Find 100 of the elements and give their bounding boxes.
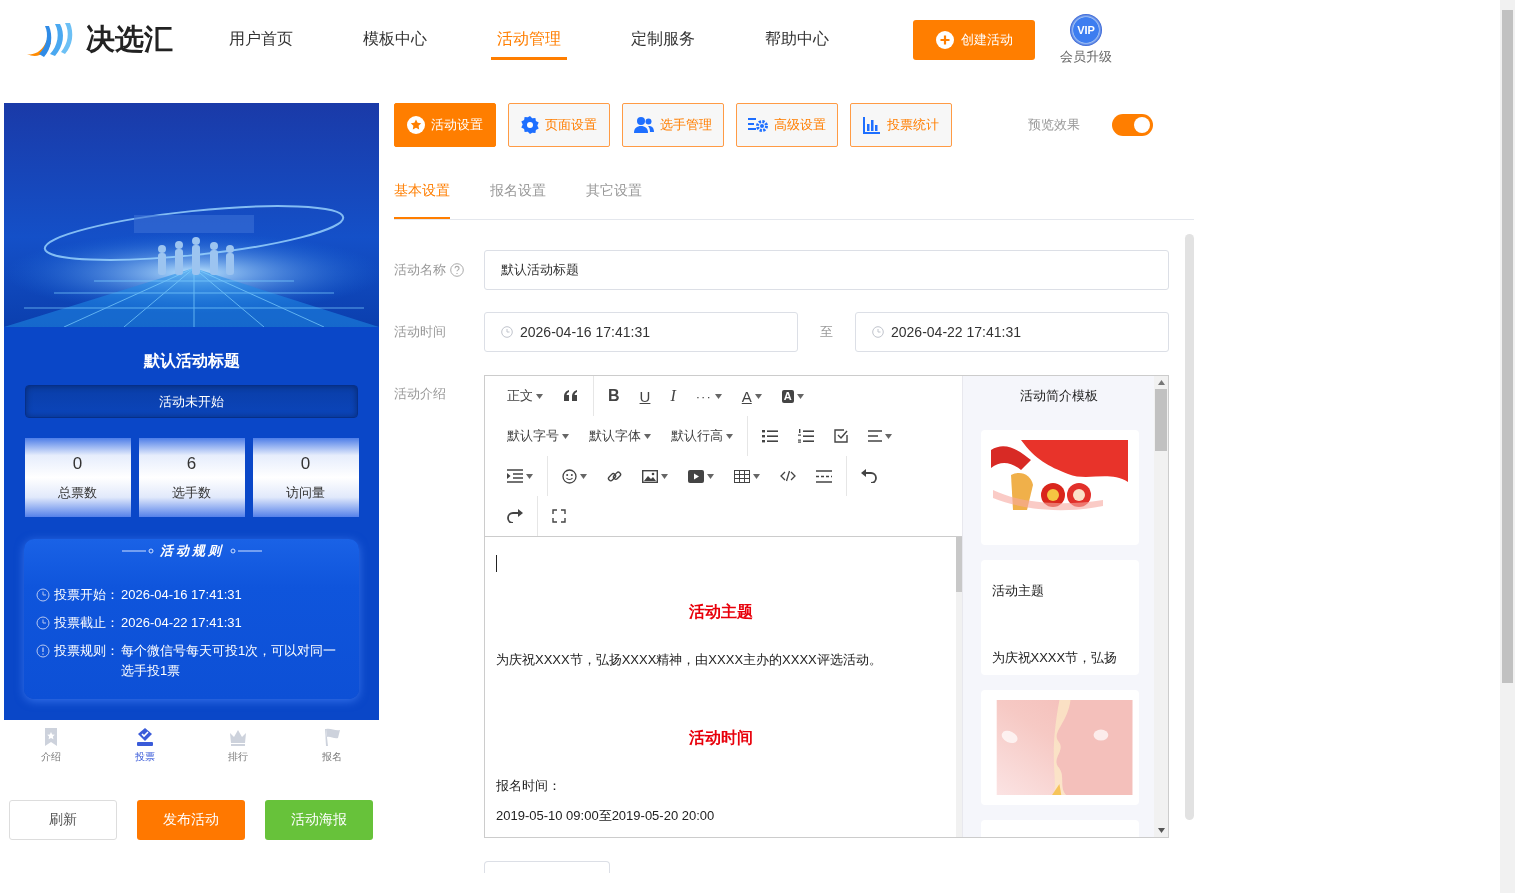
date-field[interactable]: 2026-04-16 17:41:31 <box>484 312 798 352</box>
background-color-button[interactable]: A <box>771 381 814 411</box>
code-icon <box>780 470 796 482</box>
fullscreen-icon <box>552 509 566 523</box>
vip-label[interactable]: 会员升级 <box>1060 48 1112 66</box>
template-card[interactable] <box>980 430 1139 545</box>
caret-icon <box>562 433 569 439</box>
font-color-button[interactable]: A <box>731 381 772 411</box>
stat-label: 总票数 <box>58 483 97 502</box>
scrollbar[interactable] <box>1154 376 1168 837</box>
paragraph: 为庆祝XXXX节，弘扬XXXX精神，由XXXX主办的XXXX评选活动。 <box>496 651 883 669</box>
rule-value: 每个微信号每天可投1次，可以对同一选手投1票 <box>121 642 338 680</box>
caret-icon <box>754 393 762 399</box>
editor-content[interactable]: 活动主题 为庆祝XXXX节，弘扬XXXX精神，由XXXX主办的XXXX评选活动。 活动时间 报名时间： 2019-05-10 09:00至2019-05-20 20:00 <box>485 537 956 837</box>
video-icon <box>688 469 704 483</box>
tabbar-item[interactable]: 报名 <box>285 720 379 770</box>
field-label: 活动介绍 <box>394 385 446 403</box>
flag-icon <box>322 726 343 747</box>
bullet-list-icon <box>762 429 778 443</box>
range-separator: 至 <box>819 323 834 341</box>
caret-icon <box>536 393 543 399</box>
italic-button[interactable]: I <box>660 381 686 411</box>
field-label: 活动时间 <box>394 323 446 341</box>
info-icon <box>36 644 50 658</box>
rule-value: 2026-04-16 17:41:31 <box>121 586 243 604</box>
field-label: 活动名称 <box>394 261 446 279</box>
nav-link[interactable]: 模板中心 <box>357 0 433 60</box>
horizontal-rule-icon <box>816 469 832 483</box>
rule-value: 2026-04-22 17:41:31 <box>121 614 243 632</box>
template-text: 为庆祝XXXX节，弘扬 <box>991 649 1119 667</box>
scrollbar-thumb[interactable] <box>1155 389 1167 451</box>
text-cursor <box>496 555 497 572</box>
caret-icon <box>644 433 651 439</box>
input-field[interactable] <box>484 861 610 873</box>
format-dropdown[interactable]: 默认字体 <box>579 421 661 451</box>
rule-label: 投票开始： <box>54 586 119 604</box>
users-icon <box>634 116 654 134</box>
sliders-gear-icon <box>748 116 768 134</box>
stat-label: 访问量 <box>286 483 325 502</box>
logo-icon <box>25 20 75 60</box>
quote-icon <box>563 389 579 403</box>
link-icon <box>607 468 622 484</box>
status-bar: 活动未开始 <box>25 385 358 418</box>
template-text: 活动主题 <box>991 582 1045 600</box>
align-icon <box>868 430 882 442</box>
toggle-label: 预览效果 <box>1028 116 1080 134</box>
date-field[interactable]: 2026-04-22 17:41:31 <box>855 312 1169 352</box>
caret-icon <box>726 433 733 439</box>
table-icon <box>734 469 750 483</box>
clock-icon <box>36 588 50 602</box>
caret-icon <box>796 393 804 399</box>
rule-label: 投票截止： <box>54 614 119 632</box>
tabbar-item[interactable]: 介绍 <box>4 720 98 770</box>
format-dropdown[interactable]: 默认行高 <box>661 421 743 451</box>
plus-icon <box>935 31 954 49</box>
caret-icon <box>580 473 587 479</box>
caret-down-icon <box>1157 828 1165 833</box>
bar-chart-icon <box>863 116 881 134</box>
ballot-icon <box>134 726 155 747</box>
format-dropdown[interactable]: 正文 <box>497 381 553 411</box>
ornament-icon <box>229 548 262 554</box>
underline-button[interactable]: U <box>629 381 661 411</box>
section-heading: 活动主题 <box>688 602 754 622</box>
indent-icon <box>507 469 523 483</box>
rule-label: 投票规则： <box>54 642 119 660</box>
refresh-button[interactable]: 刷新 <box>9 800 117 840</box>
help-icon <box>450 263 464 277</box>
image-icon <box>642 469 658 483</box>
tabbar-item[interactable]: 排行 <box>191 720 286 770</box>
rules-title: 活动规则 <box>159 542 224 560</box>
caret-icon <box>526 473 533 479</box>
stat-value: 0 <box>300 453 311 474</box>
nav-link[interactable]: 定制服务 <box>625 0 701 60</box>
caret-icon <box>714 393 722 399</box>
template-card[interactable]: 活动主题 为庆祝XXXX节，弘扬 <box>980 560 1139 675</box>
activity-title: 默认活动标题 <box>143 351 240 371</box>
caret-icon <box>661 473 668 479</box>
redo-icon <box>507 509 523 523</box>
caret-icon <box>885 433 892 439</box>
caret-icon <box>753 473 760 479</box>
paragraph: 2019-05-10 09:00至2019-05-20 20:00 <box>496 807 716 825</box>
tabbar-item[interactable]: 投票 <box>97 720 192 770</box>
logo-text: 决选汇 <box>86 22 173 57</box>
paragraph: 报名时间： <box>496 777 562 795</box>
vip-badge[interactable]: VIP <box>1070 14 1102 46</box>
numbered-list-icon <box>798 429 814 443</box>
format-dropdown[interactable]: 默认字号 <box>497 421 579 451</box>
scrollbar[interactable] <box>956 537 962 837</box>
nav-link[interactable]: 帮助中心 <box>759 0 835 60</box>
scrollbar-thumb[interactable] <box>1502 10 1513 683</box>
input-field[interactable]: 默认活动标题 <box>484 250 1169 290</box>
panel-title: 活动简介模板 <box>1019 387 1098 405</box>
more-button[interactable]: ··· <box>685 381 732 411</box>
stat-label: 选手数 <box>172 483 211 502</box>
nav-link[interactable]: 用户首页 <box>223 0 299 60</box>
caret-up-icon <box>1157 380 1165 385</box>
bold-button[interactable]: B <box>598 381 630 411</box>
stat-value: 6 <box>186 453 197 474</box>
toggle-switch[interactable] <box>1112 114 1153 136</box>
scrollbar[interactable] <box>1185 234 1194 820</box>
